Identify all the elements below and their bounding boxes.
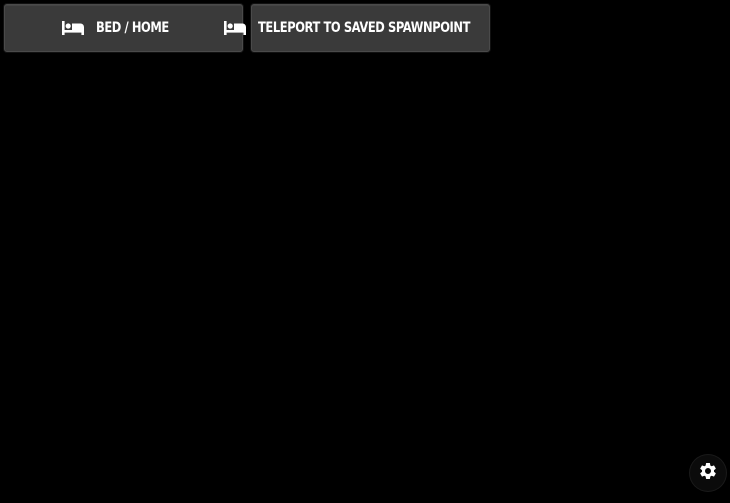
bed-icon — [62, 20, 85, 36]
bed-home-button[interactable]: BED / HOME — [4, 4, 243, 52]
settings-button[interactable] — [690, 455, 726, 491]
teleport-spawnpoint-label: TELEPORT TO SAVED SPAWNPOINT — [258, 20, 471, 36]
game-menu-screen: BED / HOME TELEPORT TO SAVED SPAWNPOINT — [0, 0, 730, 503]
bed-home-label: BED / HOME — [96, 20, 169, 36]
gear-icon — [698, 461, 718, 486]
teleport-spawnpoint-button[interactable]: TELEPORT TO SAVED SPAWNPOINT — [224, 4, 490, 52]
bed-icon — [224, 20, 247, 36]
